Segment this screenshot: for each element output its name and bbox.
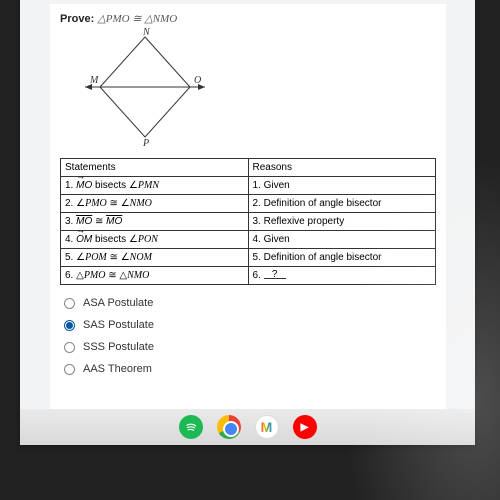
proof-table: Statements Reasons 1. MO bisects ∠PMN1. … bbox=[60, 158, 436, 285]
table-row: 5. ∠POM ≅ ∠NOM5. Definition of angle bis… bbox=[61, 249, 436, 267]
radio-icon[interactable] bbox=[64, 364, 75, 375]
answer-option[interactable]: AAS Theorem bbox=[64, 363, 436, 375]
table-row: 1. MO bisects ∠PMN1. Given bbox=[61, 177, 436, 195]
statement-cell: 1. MO bisects ∠PMN bbox=[61, 177, 249, 195]
gmail-icon[interactable]: M bbox=[255, 415, 279, 439]
option-label: SAS Postulate bbox=[83, 319, 154, 331]
statement-cell: 2. ∠PMO ≅ ∠NMO bbox=[61, 195, 249, 213]
rhombus-diagram: N M O P bbox=[80, 27, 210, 147]
table-header-row: Statements Reasons bbox=[61, 159, 436, 177]
reason-cell: 3. Reflexive property bbox=[248, 213, 436, 231]
reason-cell: 6. ? bbox=[248, 267, 436, 285]
statement-cell: 6. △PMO ≅ △NMO bbox=[61, 267, 249, 285]
label-n: N bbox=[142, 27, 151, 38]
option-label: ASA Postulate bbox=[83, 297, 153, 309]
reason-cell: 1. Given bbox=[248, 177, 436, 195]
table-row: 3. MO ≅ MO3. Reflexive property bbox=[61, 213, 436, 231]
header-statements: Statements bbox=[61, 159, 249, 177]
prove-expression: △PMO ≅ △NMO bbox=[97, 13, 177, 25]
statement-cell: 3. MO ≅ MO bbox=[61, 213, 249, 231]
spotify-icon[interactable] bbox=[179, 415, 203, 439]
option-label: SSS Postulate bbox=[83, 341, 154, 353]
radio-icon[interactable] bbox=[64, 320, 75, 331]
statement-cell: 4. OM bisects ∠PON bbox=[61, 231, 249, 249]
answer-options: ASA Postulate SAS Postulate SSS Postulate A… bbox=[60, 297, 436, 375]
table-row: 4. OM bisects ∠PON4. Given bbox=[61, 231, 436, 249]
youtube-icon[interactable]: ▶ bbox=[293, 415, 317, 439]
reason-cell: 4. Given bbox=[248, 231, 436, 249]
label-m: M bbox=[89, 75, 99, 86]
answer-option[interactable]: ASA Postulate bbox=[64, 297, 436, 309]
table-row: 2. ∠PMO ≅ ∠NMO2. Definition of angle bis… bbox=[61, 195, 436, 213]
label-p: P bbox=[142, 138, 149, 147]
chrome-icon[interactable] bbox=[217, 415, 241, 439]
prove-line: Prove: △PMO ≅ △NMO bbox=[60, 12, 436, 25]
label-o: O bbox=[194, 75, 201, 86]
radio-icon[interactable] bbox=[64, 342, 75, 353]
header-reasons: Reasons bbox=[248, 159, 436, 177]
reason-cell: 2. Definition of angle bisector bbox=[248, 195, 436, 213]
worksheet-paper: Prove: △PMO ≅ △NMO N M O P Statements R bbox=[50, 4, 446, 436]
option-label: AAS Theorem bbox=[83, 363, 152, 375]
answer-option[interactable]: SAS Postulate bbox=[64, 319, 436, 331]
table-row: 6. △PMO ≅ △NMO6. ? bbox=[61, 267, 436, 285]
reason-cell: 5. Definition of angle bisector bbox=[248, 249, 436, 267]
statement-cell: 5. ∠POM ≅ ∠NOM bbox=[61, 249, 249, 267]
answer-option[interactable]: SSS Postulate bbox=[64, 341, 436, 353]
laptop-surface: Prove: △PMO ≅ △NMO N M O P Statements R bbox=[20, 0, 475, 445]
prove-label: Prove: bbox=[60, 13, 94, 25]
radio-icon[interactable] bbox=[64, 298, 75, 309]
taskbar: M ▶ bbox=[20, 409, 475, 445]
